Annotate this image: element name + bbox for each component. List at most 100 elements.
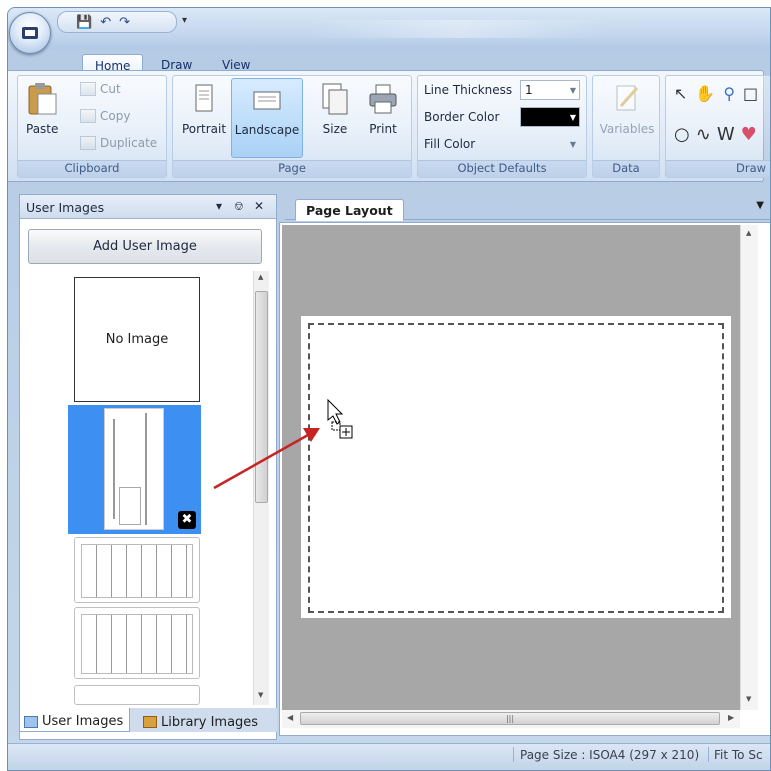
chevron-down-icon: ▼: [569, 140, 576, 149]
border-color-picker[interactable]: ▼: [520, 107, 580, 127]
page-caption: Page: [173, 160, 411, 177]
clipboard-group: Paste Cut Copy Duplicate Clipboard: [17, 75, 167, 178]
app-menu-icon: [22, 27, 38, 39]
tab-page-layout[interactable]: Page Layout: [295, 199, 404, 221]
app-window: 💾 ↶ ↷ ▾ Home Draw View Paste Cut Copy Du…: [7, 7, 771, 771]
scroll-up-icon[interactable]: ▲: [746, 229, 751, 237]
copy-icon: [80, 109, 96, 123]
cut-label: Cut: [100, 82, 121, 96]
draw-group: ↖ ✋ ⚲ □ ○ ∿ W ♥ Draw: [665, 75, 770, 178]
printer-icon: [369, 84, 397, 114]
cut-button[interactable]: Cut: [80, 82, 121, 96]
paste-button[interactable]: Paste: [26, 82, 58, 136]
status-bar: Page Size : ISOA4 (297 x 210) Fit To Sc: [8, 743, 770, 765]
scroll-up-icon[interactable]: ▲: [258, 273, 263, 281]
ellipse-icon[interactable]: ○: [674, 124, 690, 145]
pointer-icon[interactable]: ↖: [674, 84, 687, 103]
copy-label: Copy: [100, 109, 131, 123]
border-color-label: Border Color: [424, 110, 500, 124]
image-thumbnail[interactable]: [74, 607, 200, 679]
scroll-right-icon[interactable]: ▶: [728, 713, 734, 722]
no-image-thumbnail[interactable]: No Image: [74, 277, 200, 402]
heart-icon[interactable]: ♥: [741, 124, 757, 145]
canvas-vscrollbar[interactable]: ▲ ▼: [740, 225, 758, 710]
draw-tools-row2: ○ ∿ W ♥: [674, 124, 757, 145]
canvas-hscrollbar[interactable]: ◀ ||| ▶: [282, 710, 740, 728]
printable-margin: [308, 323, 724, 613]
page-size-status: Page Size : ISOA4 (297 x 210): [520, 748, 700, 762]
add-user-image-button[interactable]: Add User Image: [28, 229, 262, 264]
portrait-label: Portrait: [181, 122, 227, 136]
line-thickness-combo[interactable]: 1 ▼: [520, 80, 580, 100]
chevron-down-icon: ▼: [569, 113, 576, 122]
status-separator: [708, 747, 709, 762]
scroll-down-icon[interactable]: ▼: [746, 695, 751, 703]
library-icon: [143, 716, 157, 728]
draw-caption: Draw: [666, 160, 770, 177]
fill-color-label: Fill Color: [424, 137, 476, 151]
duplicate-label: Duplicate: [100, 136, 158, 150]
scroll-left-icon[interactable]: ◀: [287, 713, 293, 722]
document-menu-icon[interactable]: ▼: [756, 200, 764, 211]
close-icon[interactable]: ✕: [254, 199, 264, 213]
tab-user-images[interactable]: User Images: [19, 708, 131, 732]
save-icon[interactable]: 💾: [76, 15, 92, 30]
application-menu-button[interactable]: [9, 12, 51, 54]
selected-image-thumbnail[interactable]: ✖: [68, 405, 201, 534]
duplicate-button[interactable]: Duplicate: [80, 136, 157, 150]
curve-icon[interactable]: ∿: [696, 124, 711, 145]
hscroll-thumb[interactable]: |||: [300, 712, 720, 725]
hand-icon[interactable]: ✋: [695, 84, 715, 103]
image-thumbnail[interactable]: [74, 537, 200, 603]
polyline-icon[interactable]: W: [717, 124, 735, 145]
user-images-panel: User Images ▾ ⎊ ✕ Add User Image No Imag…: [19, 194, 277, 740]
chevron-down-icon: ▼: [569, 86, 576, 95]
fit-to-screen-button[interactable]: Fit To Sc: [714, 748, 763, 762]
data-caption: Data: [593, 160, 659, 177]
landscape-button[interactable]: Landscape: [231, 78, 303, 158]
rectangle-icon[interactable]: □: [743, 84, 758, 103]
fill-color-picker[interactable]: ▼: [520, 134, 580, 154]
status-separator: [513, 747, 514, 762]
data-group: Variables Data: [592, 75, 660, 178]
zoom-icon[interactable]: ⚲: [723, 84, 735, 103]
panel-scrollbar[interactable]: ▲ ▼: [253, 271, 269, 705]
line-thickness-value: 1: [525, 83, 533, 97]
variables-label: Variables: [599, 122, 655, 136]
quick-access-toolbar: 💾 ↶ ↷: [57, 11, 177, 33]
pin-icon[interactable]: ⎊: [234, 199, 244, 214]
paste-icon: [28, 83, 57, 115]
scroll-thumb[interactable]: [255, 291, 268, 503]
duplicate-icon: [80, 136, 96, 150]
undo-icon[interactable]: ↶: [100, 15, 111, 30]
landscape-label: Landscape: [234, 123, 300, 137]
print-button[interactable]: Print: [363, 82, 403, 136]
no-image-label: No Image: [105, 332, 169, 347]
panel-menu-icon[interactable]: ▾: [216, 199, 222, 213]
image-thumbnail[interactable]: [74, 685, 200, 705]
size-label: Size: [322, 122, 348, 136]
page-size-icon: [322, 83, 348, 115]
panel-title: User Images: [26, 200, 105, 215]
image-icon: [24, 715, 38, 728]
draw-tools-row1: ↖ ✋ ⚲ □: [674, 84, 758, 103]
object-defaults-caption: Object Defaults: [418, 160, 586, 177]
scroll-down-icon[interactable]: ▼: [258, 691, 263, 699]
window-title-blur: [308, 20, 608, 38]
object-defaults-group: Line Thickness 1 ▼ Border Color ▼ Fill Co…: [417, 75, 587, 178]
size-button[interactable]: Size: [315, 82, 355, 136]
clipboard-caption: Clipboard: [18, 160, 166, 177]
ribbon: Paste Cut Copy Duplicate Clipboard Portr…: [8, 70, 770, 182]
variables-button[interactable]: Variables: [599, 82, 655, 136]
redo-icon[interactable]: ↷: [119, 15, 130, 30]
line-thickness-label: Line Thickness: [424, 83, 513, 97]
portrait-button[interactable]: Portrait: [179, 82, 229, 136]
tab-library-images[interactable]: Library Images: [139, 708, 264, 732]
tab-library-images-label: Library Images: [161, 714, 259, 730]
remove-image-icon[interactable]: ✖: [178, 511, 196, 529]
customize-qat-icon[interactable]: ▾: [182, 15, 187, 26]
panel-header: User Images ▾ ⎊ ✕: [20, 195, 276, 219]
copy-button[interactable]: Copy: [80, 109, 130, 123]
document-tabs: Page Layout ▼: [285, 194, 770, 221]
landscape-icon: [253, 91, 281, 110]
